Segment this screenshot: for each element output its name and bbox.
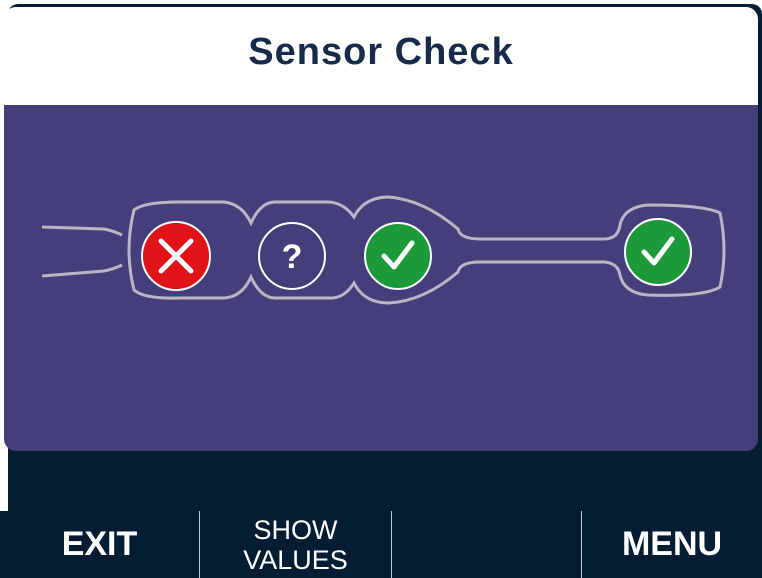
page-title: Sensor Check — [248, 30, 514, 73]
show-values-label-line1: SHOW — [253, 514, 338, 545]
softkey-bar: EXIT SHOW VALUES MENU — [0, 511, 762, 578]
exit-button[interactable]: EXIT — [0, 511, 200, 578]
show-values-label-line2: VALUES — [243, 544, 348, 575]
sensor-1-fail — [141, 221, 211, 291]
show-values-button[interactable]: SHOW VALUES — [200, 511, 392, 578]
sensor-4-ok — [624, 218, 692, 286]
screen-header: Sensor Check — [4, 7, 758, 105]
sensor-diagram: ? — [41, 195, 726, 305]
menu-button[interactable]: MENU — [582, 511, 762, 578]
sensor-2-unknown: ? — [258, 222, 326, 290]
sensor-3-ok — [364, 222, 432, 290]
empty-softkey[interactable] — [392, 511, 582, 578]
sensor-panel: ? — [4, 105, 758, 451]
question-icon: ? — [282, 238, 303, 276]
